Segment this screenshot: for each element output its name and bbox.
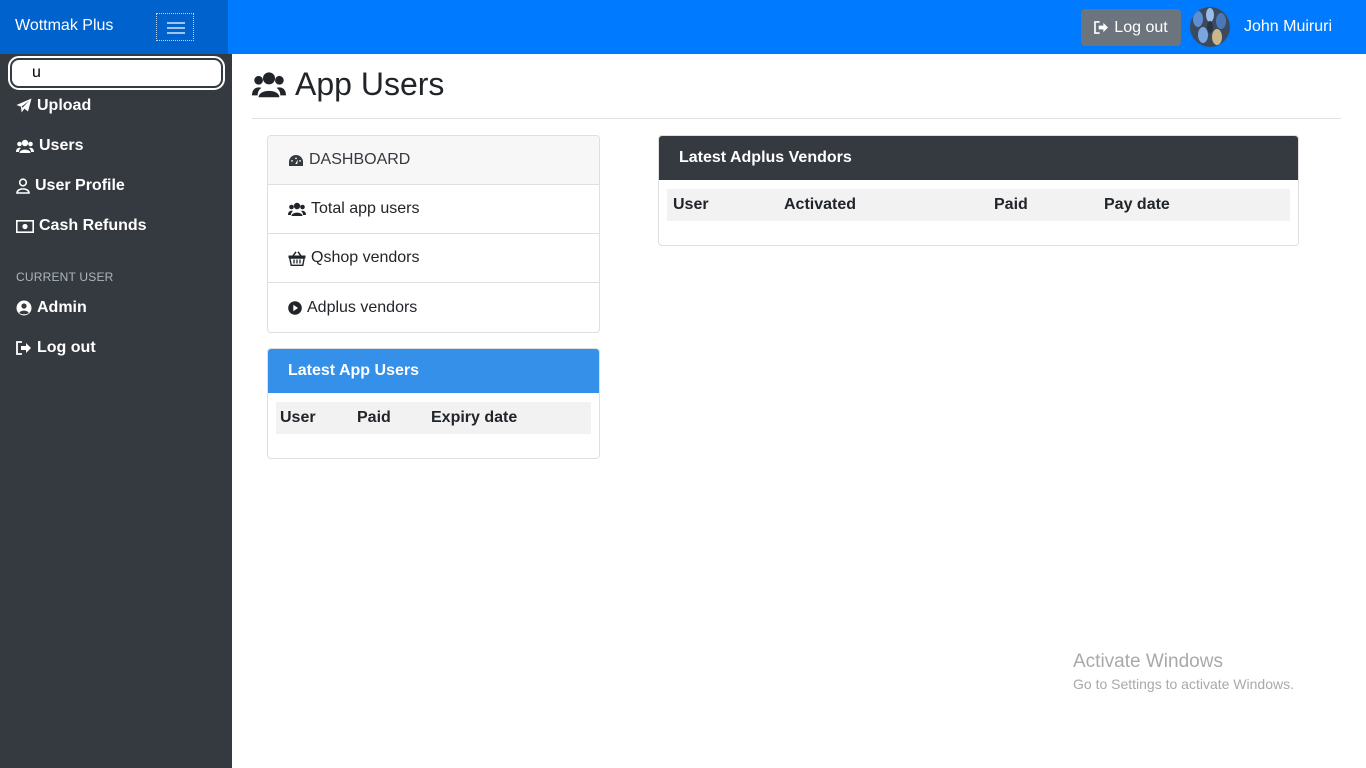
user-icon: [16, 178, 30, 194]
latest-app-users-card: Latest App Users User Paid Expiry date: [267, 348, 600, 459]
sidebar-item-logout[interactable]: Log out: [16, 339, 96, 357]
dashboard-menu: DASHBOARD Total app users Qshop vendors …: [267, 135, 600, 333]
sidebar-search-input[interactable]: [8, 56, 225, 90]
sidebar-item-users[interactable]: Users: [16, 137, 83, 155]
sidebar-item-label: Upload: [37, 97, 92, 114]
avatar[interactable]: [1190, 7, 1230, 47]
column-header: User: [280, 409, 316, 426]
page-title-text: App Users: [295, 66, 445, 102]
card-title: Latest App Users: [268, 349, 599, 393]
play-circle-icon: [288, 300, 302, 315]
hamburger-line: [167, 27, 185, 29]
logout-label: Log out: [1114, 18, 1168, 36]
users-icon: [252, 71, 286, 97]
menu-item-total-app-users[interactable]: Total app users: [268, 185, 599, 234]
sidebar: Upload Users User Profile Cash Refunds C…: [0, 0, 232, 768]
tachometer-icon: [289, 154, 303, 166]
money-bill-icon: [16, 219, 34, 233]
column-header: Paid: [994, 196, 1028, 213]
watermark-subtitle: Go to Settings to activate Windows.: [1073, 676, 1294, 692]
column-header: Expiry date: [431, 409, 518, 426]
sidebar-item-label: Cash Refunds: [39, 217, 147, 234]
sidebar-item-label: User Profile: [35, 177, 125, 194]
users-icon: [16, 139, 34, 153]
brand-bar: Wottmak Plus: [0, 0, 228, 54]
sign-out-icon: [1094, 21, 1109, 34]
card-title: Latest Adplus Vendors: [659, 136, 1298, 180]
user-circle-icon: [16, 300, 32, 316]
sidebar-item-label: Log out: [37, 339, 96, 356]
users-icon: [288, 202, 306, 216]
sidebar-item-label: Admin: [37, 299, 87, 316]
sidebar-item-cash-refunds[interactable]: Cash Refunds: [16, 217, 147, 235]
sidebar-item-user-profile[interactable]: User Profile: [16, 177, 125, 195]
sidebar-section-heading: CURRENT USER: [16, 270, 114, 284]
shopping-basket-icon: [288, 250, 306, 266]
sign-out-icon: [16, 341, 31, 355]
title-divider: [252, 118, 1341, 119]
top-navbar: Log out John Muiruri: [228, 0, 1366, 54]
sidebar-item-upload[interactable]: Upload: [16, 97, 91, 115]
column-header: Paid: [357, 409, 391, 426]
column-header: Pay date: [1104, 196, 1170, 213]
column-header: Activated: [784, 196, 857, 213]
menu-item-label: Total app users: [311, 200, 420, 217]
dashboard-menu-header[interactable]: DASHBOARD: [268, 136, 599, 185]
menu-item-label: Adplus vendors: [307, 298, 418, 316]
table-header: User Paid Expiry date: [276, 402, 591, 434]
menu-item-label: Qshop vendors: [311, 249, 420, 266]
paper-plane-icon: [16, 98, 32, 113]
sidebar-item-label: Users: [39, 137, 84, 154]
menu-item-qshop-vendors[interactable]: Qshop vendors: [268, 234, 599, 283]
table-header: User Activated Paid Pay date: [667, 189, 1290, 221]
activation-watermark: Activate Windows Go to Settings to activ…: [1073, 651, 1294, 692]
brand-name[interactable]: Wottmak Plus: [15, 17, 113, 35]
navbar-logout-button[interactable]: Log out: [1081, 9, 1181, 46]
watermark-title: Activate Windows: [1073, 651, 1223, 672]
sidebar-toggle-button[interactable]: [156, 13, 194, 41]
column-header: User: [673, 196, 709, 213]
latest-adplus-vendors-card: Latest Adplus Vendors User Activated Pai…: [658, 135, 1299, 246]
sidebar-item-admin[interactable]: Admin: [16, 299, 87, 317]
navbar-username[interactable]: John Muiruri: [1244, 18, 1332, 36]
hamburger-line: [167, 22, 185, 24]
hamburger-line: [167, 32, 185, 34]
page-title: App Users: [252, 66, 444, 103]
dashboard-menu-header-label: DASHBOARD: [309, 151, 411, 168]
menu-item-adplus-vendors[interactable]: Adplus vendors: [268, 283, 599, 332]
